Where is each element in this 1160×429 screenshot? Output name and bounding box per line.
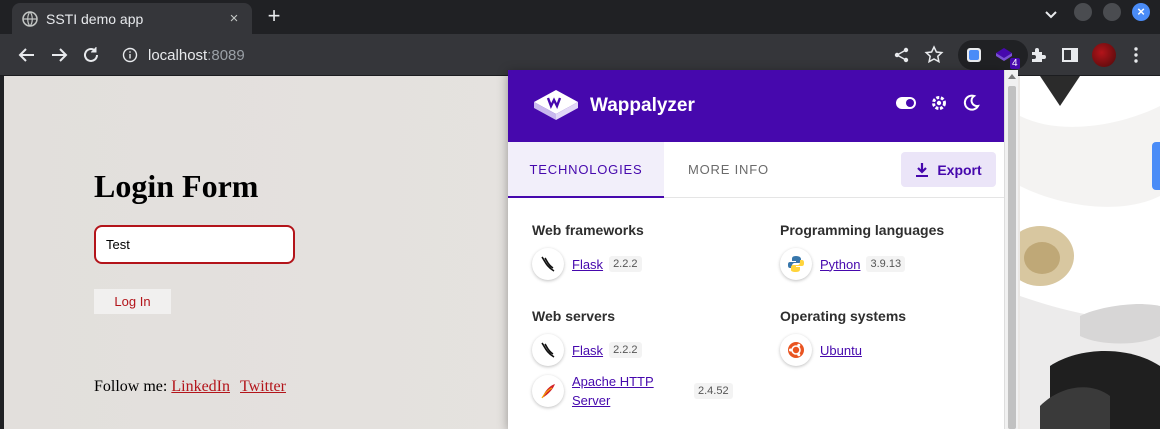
python-icon <box>780 248 812 280</box>
tech-name-python[interactable]: Python <box>820 255 860 274</box>
moon-icon[interactable] <box>962 94 980 112</box>
download-icon <box>916 162 929 177</box>
tab-strip: SSTI demo app × + × <box>0 0 1160 34</box>
tech-item-python: Python 3.9.13 <box>780 248 906 280</box>
extension-window-icon[interactable] <box>964 45 984 65</box>
tech-name-ubuntu[interactable]: Ubuntu <box>820 341 862 360</box>
close-window-button[interactable]: × <box>1132 3 1150 21</box>
tech-item-flask-server: Flask 2.2.2 <box>532 334 642 366</box>
share-icon[interactable] <box>892 45 912 65</box>
page-scroll-indicator <box>1152 142 1160 190</box>
scroll-up-arrow-icon[interactable] <box>1008 74 1016 79</box>
linkedin-link[interactable]: LinkedIn <box>171 378 230 395</box>
tech-item-ubuntu: Ubuntu <box>780 334 862 366</box>
tech-item-apache: Apache HTTP Server 2.4.52 <box>532 372 733 410</box>
address-bar[interactable]: localhost:8089 <box>112 38 952 72</box>
tab-title: SSTI demo app <box>46 10 144 27</box>
bookmark-star-icon[interactable] <box>924 45 944 65</box>
tab-close-icon[interactable]: × <box>226 10 242 27</box>
tech-version: 3.9.13 <box>866 256 906 272</box>
browser-tab[interactable]: SSTI demo app × <box>12 3 252 34</box>
tech-item-flask: Flask 2.2.2 <box>532 248 642 280</box>
wappalyzer-logo-icon <box>534 90 578 120</box>
tab-technologies[interactable]: TECHNOLOGIES <box>508 142 664 198</box>
gear-icon[interactable] <box>930 94 948 112</box>
wappalyzer-header: Wappalyzer <box>508 70 1004 142</box>
cat-photo-image <box>1006 76 1160 429</box>
ubuntu-icon <box>780 334 812 366</box>
new-tab-button[interactable]: + <box>262 4 286 28</box>
category-web-frameworks: Web frameworks <box>532 222 644 238</box>
header-actions <box>896 94 980 112</box>
category-operating-systems: Operating systems <box>780 308 907 324</box>
login-input[interactable] <box>94 225 295 264</box>
follow-line: Follow me: LinkedIn Twitter <box>94 378 286 396</box>
tech-version: 2.4.52 <box>694 383 733 399</box>
wappalyzer-tabs: TECHNOLOGIES MORE INFO Export <box>508 142 1004 198</box>
puzzle-icon[interactable] <box>1028 45 1048 65</box>
chevron-down-icon[interactable] <box>1044 8 1058 22</box>
login-button[interactable]: Log In <box>94 289 171 314</box>
reload-icon[interactable] <box>80 44 102 66</box>
export-button[interactable]: Export <box>901 152 996 187</box>
forward-arrow-icon[interactable] <box>48 44 70 66</box>
tech-name-flask[interactable]: Flask <box>572 341 603 360</box>
wappalyzer-brand: Wappalyzer <box>590 95 695 116</box>
scrollbar-thumb[interactable] <box>1008 86 1016 429</box>
tech-version: 2.2.2 <box>609 256 642 272</box>
category-web-servers: Web servers <box>532 308 616 324</box>
tech-name-apache-line1: Apache HTTP <box>572 374 654 389</box>
back-arrow-icon[interactable] <box>16 44 38 66</box>
tech-name-apache-line2: Server <box>572 393 611 408</box>
background-photo <box>1006 76 1160 429</box>
apache-feather-icon <box>532 375 564 407</box>
tech-name-flask[interactable]: Flask <box>572 255 603 274</box>
tab-more-info[interactable]: MORE INFO <box>688 142 769 198</box>
tech-version: 2.2.2 <box>609 342 642 358</box>
category-programming-languages: Programming languages <box>780 222 945 238</box>
flask-icon <box>532 248 564 280</box>
side-panel-icon[interactable] <box>1060 45 1080 65</box>
url-host: localhost <box>148 46 208 64</box>
tech-name-apache[interactable]: Apache HTTP Server <box>572 372 688 410</box>
export-label: Export <box>937 161 982 178</box>
minimize-button[interactable] <box>1074 3 1092 21</box>
page-title: Login Form <box>94 168 259 204</box>
url-port: :8089 <box>207 46 245 64</box>
maximize-button[interactable] <box>1103 3 1121 21</box>
flask-icon <box>532 334 564 366</box>
toggle-icon[interactable] <box>896 97 916 109</box>
info-icon[interactable] <box>122 47 138 63</box>
kebab-menu-icon[interactable] <box>1126 45 1146 65</box>
globe-icon <box>22 10 38 27</box>
twitter-link[interactable]: Twitter <box>240 378 286 395</box>
popup-scrollbar[interactable] <box>1004 70 1018 429</box>
follow-label: Follow me: <box>94 378 168 395</box>
extension-badge: 4 <box>1010 58 1020 69</box>
avatar[interactable] <box>1092 43 1116 67</box>
wappalyzer-popup: Wappalyzer TECHNOLOGIES MORE INFO Export <box>508 70 1004 429</box>
